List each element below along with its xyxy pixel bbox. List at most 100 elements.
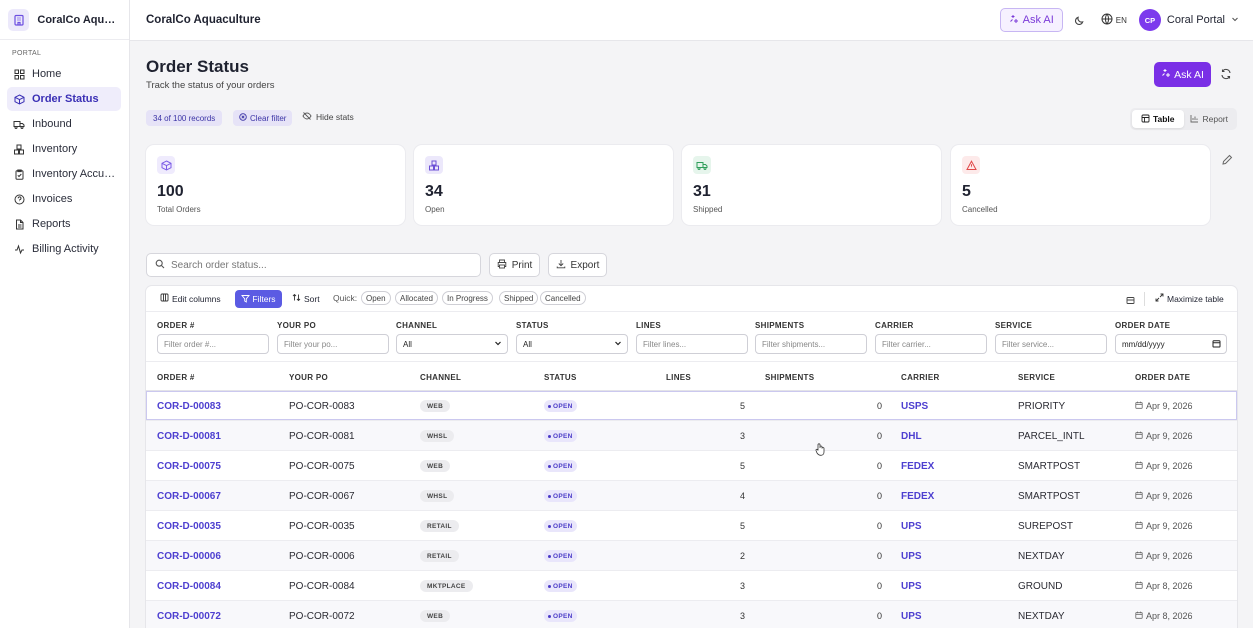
order-date-text: Apr 9, 2026 <box>1146 401 1193 411</box>
app-title: CoralCo Aquaculture <box>146 14 261 26</box>
topbar: CoralCo Aquaculture Ask AI EN CP Coral P… <box>130 0 1253 41</box>
quick-filter-shipped[interactable]: Shipped <box>499 291 539 305</box>
sidebar-item-reports[interactable]: Reports <box>7 212 121 236</box>
order-number-link[interactable]: COR-D-00083 <box>157 401 221 412</box>
pencil-icon[interactable] <box>1222 154 1233 165</box>
user-menu[interactable]: CP Coral Portal <box>1138 9 1239 31</box>
sidebar-item-order-status[interactable]: Order Status <box>7 87 121 111</box>
column-header-channel[interactable]: CHANNEL <box>420 373 461 382</box>
filter-input-lines[interactable]: Filter lines... <box>636 334 748 354</box>
filters-button[interactable]: Filters <box>235 290 282 308</box>
carrier-link[interactable]: UPS <box>901 611 922 622</box>
carrier-link[interactable]: FEDEX <box>901 461 934 472</box>
filter-input-channel[interactable]: All <box>396 334 508 354</box>
order-number-link[interactable]: COR-D-00081 <box>157 431 221 442</box>
avatar: CP <box>1138 9 1161 31</box>
order-date: Apr 9, 2026 <box>1135 521 1193 531</box>
column-header-lines[interactable]: LINES <box>666 373 691 382</box>
ask-ai-primary-button[interactable]: Ask AI <box>1154 62 1211 87</box>
filter-input-shipments[interactable]: Filter shipments... <box>755 334 867 354</box>
carrier-link[interactable]: UPS <box>901 521 922 532</box>
column-header-order-date[interactable]: ORDER DATE <box>1135 373 1190 382</box>
order-number-link[interactable]: COR-D-00067 <box>157 491 221 502</box>
stat-card-total-orders[interactable]: 100 Total Orders <box>146 145 405 225</box>
brand-name: CoralCo Aquac... <box>37 13 121 26</box>
column-header-your-po[interactable]: YOUR PO <box>289 373 328 382</box>
table-row[interactable]: COR-D-00072 PO-COR-0072 WEB OPEN 3 0 UPS NEXTDA… <box>146 601 1237 628</box>
calendar-icon <box>1135 431 1143 441</box>
filter-value: Filter your po... <box>284 339 338 349</box>
table-row[interactable]: COR-D-00006 PO-COR-0006 RETAIL OPEN 2 0 UPS NEX… <box>146 541 1237 571</box>
order-number-link[interactable]: COR-D-00084 <box>157 581 221 592</box>
status-badge: OPEN <box>544 520 577 532</box>
hide-stats-button[interactable]: Hide stats <box>302 111 354 123</box>
sidebar-item-invoices[interactable]: Invoices <box>7 187 121 211</box>
stat-card-open[interactable]: 34 Open <box>414 145 673 225</box>
ask-ai-button[interactable]: Ask AI <box>999 8 1063 32</box>
order-date-text: Apr 8, 2026 <box>1146 581 1193 591</box>
column-header-carrier[interactable]: CARRIER <box>901 373 940 382</box>
column-header-status[interactable]: STATUS <box>544 373 577 382</box>
quick-filter-open[interactable]: Open <box>361 291 391 305</box>
table-row[interactable]: COR-D-00081 PO-COR-0081 WHSL OPEN 3 0 DHL PARCE… <box>146 421 1237 451</box>
carrier-link[interactable]: USPS <box>901 401 928 412</box>
order-number-link[interactable]: COR-D-00072 <box>157 611 221 622</box>
order-date-text: Apr 9, 2026 <box>1146 521 1193 531</box>
shipments-count: 0 <box>876 461 882 471</box>
quick-filter-cancelled[interactable]: Cancelled <box>540 291 586 305</box>
edit-columns-button[interactable]: Edit columns <box>160 293 221 304</box>
order-date-text: Apr 8, 2026 <box>1146 611 1193 621</box>
order-number-link[interactable]: COR-D-00075 <box>157 461 221 472</box>
your-po: PO-COR-0006 <box>289 551 355 562</box>
filter-input-service[interactable]: Filter service... <box>995 334 1107 354</box>
filter-input-status[interactable]: All <box>516 334 628 354</box>
channel-badge: WEB <box>420 460 451 472</box>
carrier-link[interactable]: UPS <box>901 551 922 562</box>
sort-label: Sort <box>304 293 320 304</box>
print-button[interactable]: Print <box>489 253 540 277</box>
moon-icon[interactable] <box>1073 13 1087 27</box>
column-header-shipments[interactable]: SHIPMENTS <box>765 373 814 382</box>
sidebar-item-home[interactable]: Home <box>7 62 121 86</box>
layout-icon[interactable] <box>1126 294 1136 304</box>
table-row[interactable]: COR-D-00067 PO-COR-0067 WHSL OPEN 4 0 FEDEX SMA… <box>146 481 1237 511</box>
stat-card-cancelled[interactable]: 5 Cancelled <box>951 145 1210 225</box>
sidebar-item-inventory[interactable]: Inventory <box>7 137 121 161</box>
quick-label: Quick: <box>333 293 358 303</box>
sidebar-item-inbound[interactable]: Inbound <box>7 112 121 136</box>
table-row[interactable]: COR-D-00035 PO-COR-0035 RETAIL OPEN 5 0 UPS SUR… <box>146 511 1237 541</box>
brand[interactable]: CoralCo Aquac... <box>0 0 129 40</box>
channel-badge: WEB <box>420 400 451 412</box>
search-input[interactable]: Search order status... <box>146 253 481 277</box>
quick-filter-allocated[interactable]: Allocated <box>395 291 438 305</box>
order-number-link[interactable]: COR-D-00006 <box>157 551 221 562</box>
clear-filter-button[interactable]: Clear filter <box>233 110 293 126</box>
language-selector[interactable]: EN <box>1101 13 1127 27</box>
carrier-link[interactable]: FEDEX <box>901 491 934 502</box>
maximize-table-button[interactable]: Maximize table <box>1155 293 1224 304</box>
refresh-icon[interactable] <box>1220 68 1232 80</box>
column-header-service[interactable]: SERVICE <box>1018 373 1055 382</box>
export-button[interactable]: Export <box>548 253 607 277</box>
view-report-button[interactable]: Report <box>1184 110 1236 128</box>
order-number-link[interactable]: COR-D-00035 <box>157 521 221 532</box>
filter-input-carrier[interactable]: Filter carrier... <box>875 334 987 354</box>
truck-icon <box>693 156 711 174</box>
filter-input-order[interactable]: Filter order #... <box>157 334 269 354</box>
table-row[interactable]: COR-D-00075 PO-COR-0075 WEB OPEN 5 0 FEDEX SMAR… <box>146 451 1237 481</box>
table-row[interactable]: COR-D-00084 PO-COR-0084 MKTPLACE OPEN 3 0 UPS G… <box>146 571 1237 601</box>
sidebar-item-billing-activity[interactable]: Billing Activity <box>7 237 121 261</box>
carrier-link[interactable]: DHL <box>901 431 922 442</box>
table-row[interactable]: COR-D-00083 PO-COR-0083 WEB OPEN 5 0 USPS PRIOR… <box>146 391 1237 421</box>
stat-card-shipped[interactable]: 31 Shipped <box>682 145 941 225</box>
quick-filter-in-progress[interactable]: In Progress <box>442 291 493 305</box>
sidebar-item-inventory-accura[interactable]: Inventory Accura... <box>7 162 121 186</box>
view-table-button[interactable]: Table <box>1132 110 1184 128</box>
filter-input-your-po[interactable]: Filter your po... <box>277 334 389 354</box>
carrier-link[interactable]: UPS <box>901 581 922 592</box>
sort-button[interactable]: Sort <box>292 293 320 304</box>
filter-input-order-date[interactable]: mm/dd/yyyy <box>1115 334 1227 354</box>
sidebar-item-label: Order Status <box>32 93 99 105</box>
filter-value: Filter lines... <box>643 339 687 349</box>
column-header-order[interactable]: ORDER # <box>157 373 195 382</box>
